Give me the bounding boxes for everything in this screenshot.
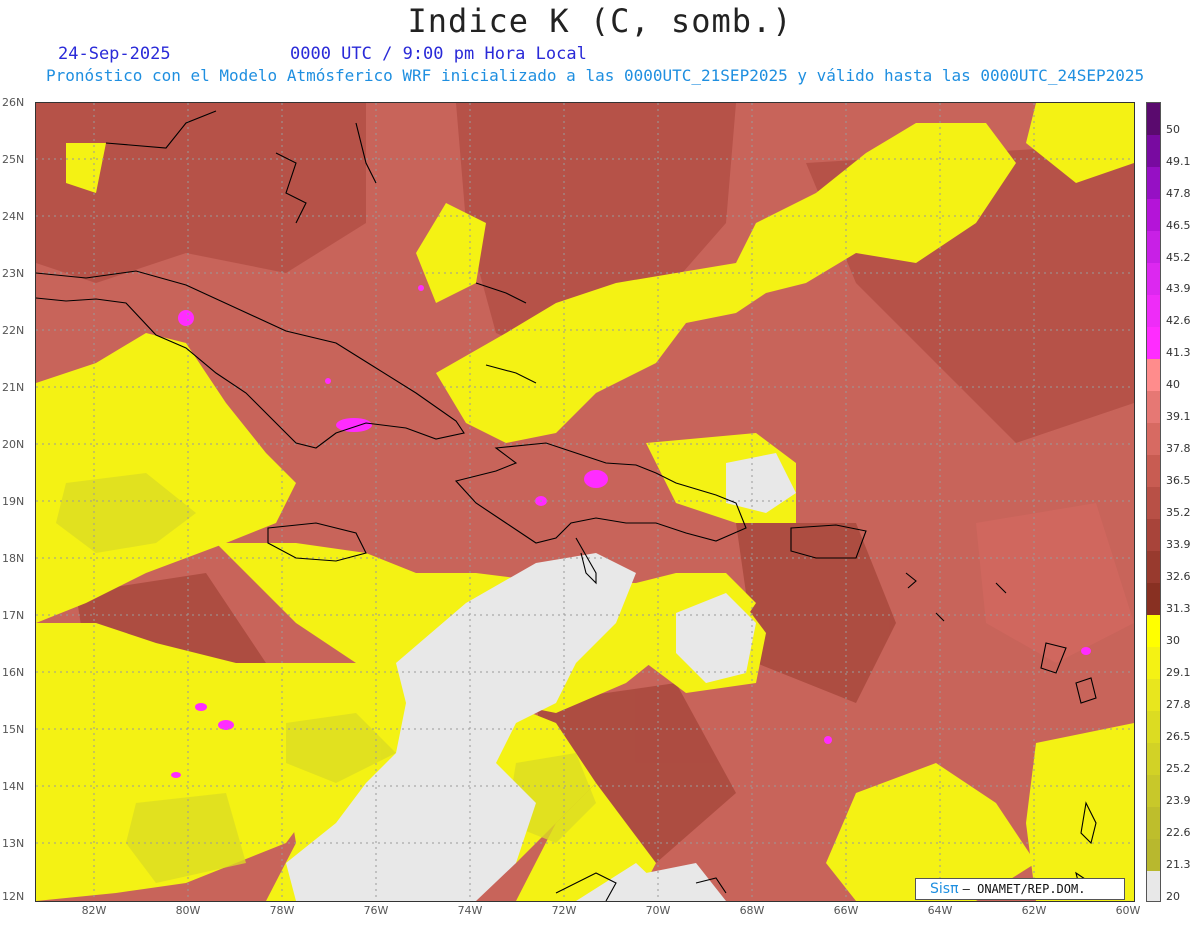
colorbar-label: 42.6 — [1166, 314, 1191, 327]
colorbar-swatch — [1147, 135, 1160, 167]
lon-label: 68W — [739, 904, 765, 917]
lon-label: 66W — [833, 904, 859, 917]
colorbar-label: 32.6 — [1166, 570, 1191, 583]
colorbar-label: 43.9 — [1166, 282, 1191, 295]
credit-box: Sisπ – ONAMET/REP.DOM. — [915, 878, 1125, 900]
lon-label: 82W — [81, 904, 107, 917]
colorbar-label: 31.3 — [1166, 602, 1191, 615]
lat-label: 25N — [2, 153, 25, 166]
colorbar-swatch — [1147, 199, 1160, 231]
colorbar-swatch — [1147, 455, 1160, 487]
lon-label: 80W — [175, 904, 201, 917]
lat-label: 18N — [2, 552, 25, 565]
colorbar-swatch — [1147, 647, 1160, 679]
colorbar-label: 41.3 — [1166, 346, 1191, 359]
colorbar-label: 39.1 — [1166, 410, 1191, 423]
colorbar-swatch — [1147, 519, 1160, 551]
colorbar-label: 23.9 — [1166, 794, 1191, 807]
colorbar-label: 37.8 — [1166, 442, 1191, 455]
lat-label: 19N — [2, 495, 25, 508]
colorbar-swatch — [1147, 839, 1160, 871]
colorbar-label: 33.9 — [1166, 538, 1191, 551]
colorbar-label: 26.5 — [1166, 730, 1191, 743]
lon-label: 76W — [363, 904, 389, 917]
colorbar-swatch — [1147, 327, 1160, 359]
sisp-logo: Sisπ — [930, 881, 959, 897]
colorbar-swatch — [1147, 167, 1160, 199]
forecast-time: 0000 UTC / 9:00 pm Hora Local — [290, 44, 587, 64]
colorbar — [1146, 102, 1161, 902]
colorbar-label: 21.3 — [1166, 858, 1191, 871]
colorbar-swatch — [1147, 551, 1160, 583]
map-title: Indice K (C, somb.) — [407, 2, 793, 40]
colorbar-label: 36.5 — [1166, 474, 1191, 487]
colorbar-label: 29.1 — [1166, 666, 1191, 679]
colorbar-swatch — [1147, 711, 1160, 743]
colorbar-swatch — [1147, 391, 1160, 423]
colorbar-swatch — [1147, 871, 1160, 901]
lat-label: 20N — [2, 438, 25, 451]
colorbar-swatch — [1147, 807, 1160, 839]
forecast-date: 24-Sep-2025 — [58, 44, 171, 64]
colorbar-label: 50 — [1166, 123, 1180, 136]
lat-label: 16N — [2, 666, 25, 679]
lon-label: 62W — [1021, 904, 1047, 917]
lat-label: 15N — [2, 723, 25, 736]
lon-label: 78W — [269, 904, 295, 917]
lat-label: 12N — [2, 890, 25, 903]
lat-label: 23N — [2, 267, 25, 280]
colorbar-swatch — [1147, 583, 1160, 615]
lon-label: 70W — [645, 904, 671, 917]
colorbar-label: 25.2 — [1166, 762, 1191, 775]
lon-label: 60W — [1115, 904, 1141, 917]
lat-label: 17N — [2, 609, 25, 622]
lon-label: 64W — [927, 904, 953, 917]
colorbar-label: 20 — [1166, 890, 1180, 903]
colorbar-swatch — [1147, 231, 1160, 263]
lat-label: 24N — [2, 210, 25, 223]
colorbar-label: 35.2 — [1166, 506, 1191, 519]
lon-label: 74W — [457, 904, 483, 917]
colorbar-swatch — [1147, 743, 1160, 775]
colorbar-swatch — [1147, 263, 1160, 295]
lat-label: 26N — [2, 96, 25, 109]
colorbar-label: 45.2 — [1166, 251, 1191, 264]
k-index-map — [35, 102, 1135, 902]
colorbar-swatch — [1147, 423, 1160, 455]
colorbar-swatch — [1147, 679, 1160, 711]
colorbar-swatch — [1147, 775, 1160, 807]
colorbar-swatch — [1147, 615, 1160, 647]
colorbar-swatch — [1147, 359, 1160, 391]
colorbar-swatch — [1147, 103, 1160, 135]
colorbar-swatch — [1147, 487, 1160, 519]
forecast-subtitle: Pronóstico con el Modelo Atmósferico WRF… — [46, 66, 1145, 85]
colorbar-label: 49.1 — [1166, 155, 1191, 168]
colorbar-label: 46.5 — [1166, 219, 1191, 232]
colorbar-label: 40 — [1166, 378, 1180, 391]
colorbar-label: 47.8 — [1166, 187, 1191, 200]
colorbar-label: 30 — [1166, 634, 1180, 647]
colorbar-label: 22.6 — [1166, 826, 1191, 839]
credit-org: – ONAMET/REP.DOM. — [962, 882, 1086, 896]
colorbar-swatch — [1147, 295, 1160, 327]
lat-label: 14N — [2, 780, 25, 793]
lon-label: 72W — [551, 904, 577, 917]
lat-label: 13N — [2, 837, 25, 850]
lat-label: 21N — [2, 381, 25, 394]
colorbar-label: 27.8 — [1166, 698, 1191, 711]
lat-label: 22N — [2, 324, 25, 337]
